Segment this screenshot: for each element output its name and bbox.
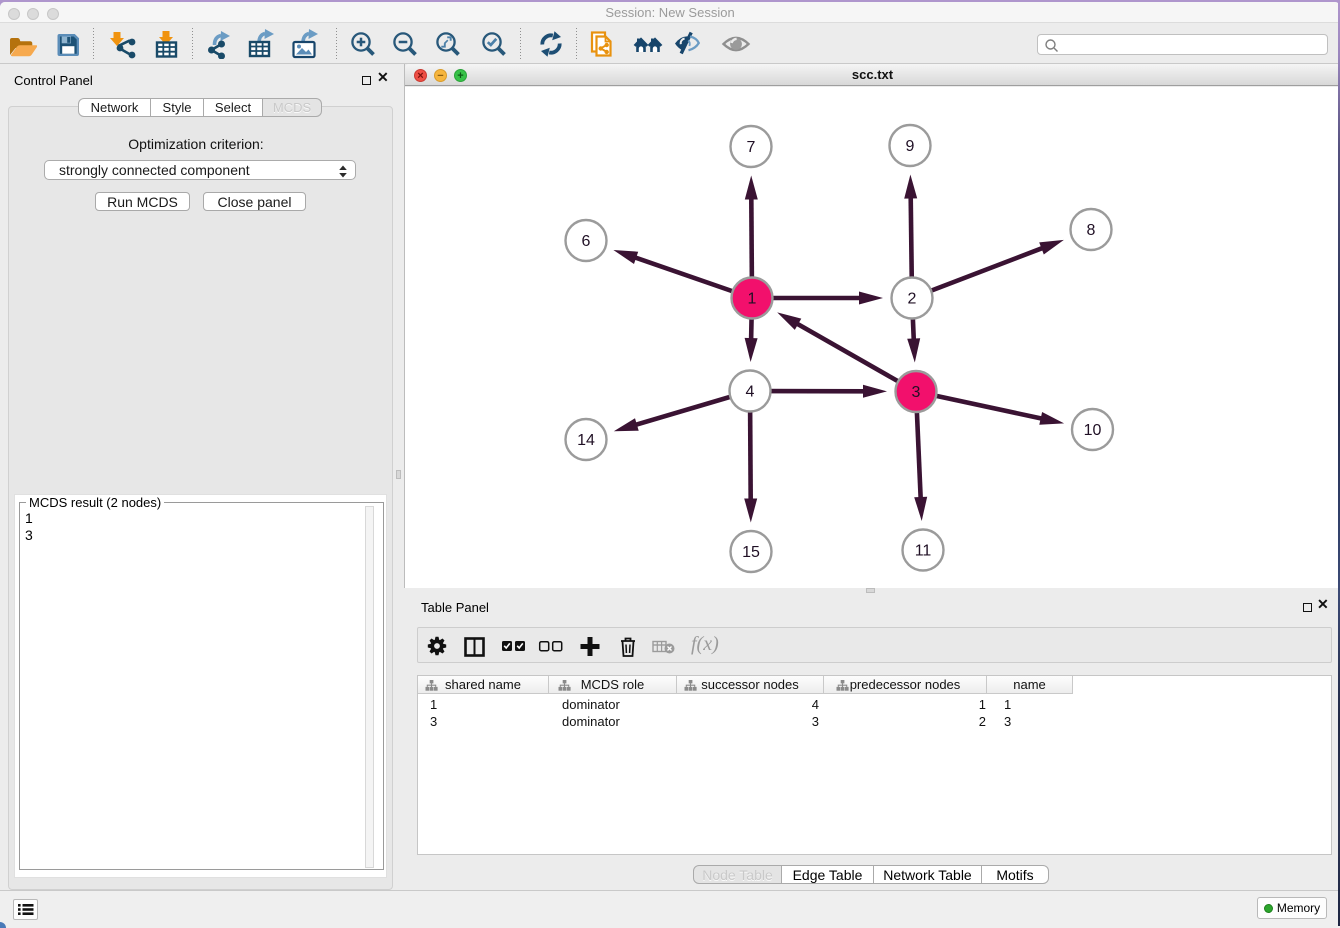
svg-text:1: 1 — [748, 291, 757, 308]
svg-text:14: 14 — [577, 432, 595, 449]
svg-text:15: 15 — [742, 544, 760, 561]
svg-text:4: 4 — [746, 384, 755, 401]
svg-text:10: 10 — [1084, 422, 1102, 439]
svg-text:9: 9 — [906, 138, 915, 155]
svg-text:11: 11 — [915, 543, 932, 560]
svg-text:3: 3 — [912, 384, 921, 401]
svg-text:8: 8 — [1087, 222, 1096, 239]
svg-text:7: 7 — [747, 139, 756, 156]
svg-text:2: 2 — [908, 291, 917, 308]
svg-text:6: 6 — [582, 233, 591, 250]
